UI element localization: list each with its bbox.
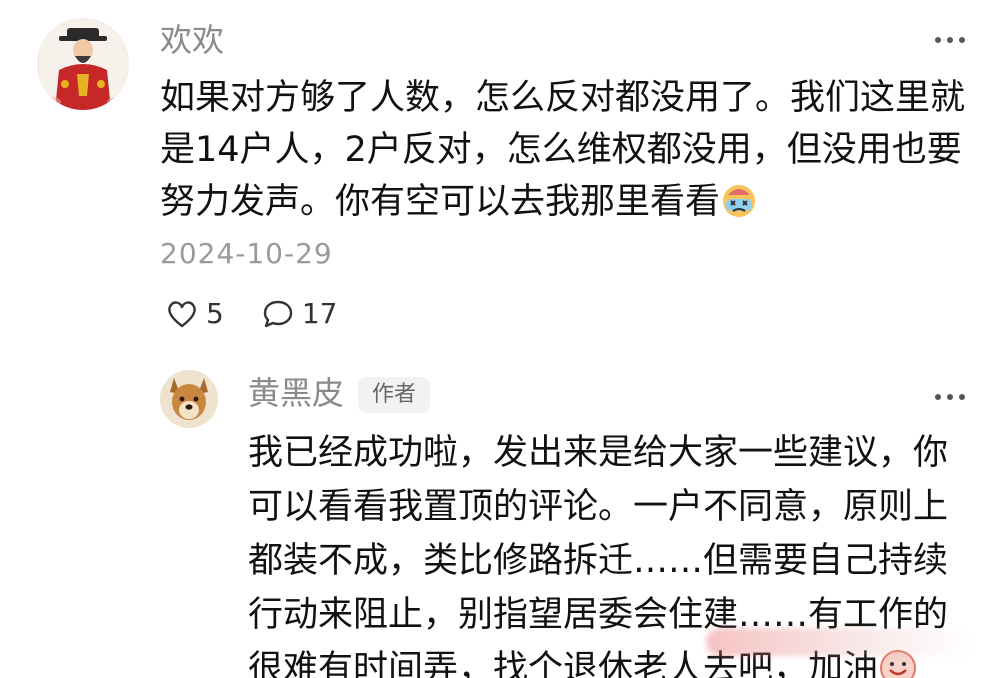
heart-icon bbox=[168, 301, 196, 328]
like-count: 5 bbox=[206, 297, 224, 330]
comment-text: 如果对方够了人数，怎么反对都没用了。我们这里就是14户人，2户反对，怎么维权都没… bbox=[160, 72, 980, 228]
blurred-overlay bbox=[706, 628, 974, 656]
more-dots-icon bbox=[935, 394, 965, 400]
comment-thread: 欢欢 如果对方够了人数，怎么反对都没用了。我们这里就是14户人，2户反对，怎么维… bbox=[0, 0, 1004, 678]
avatar[interactable] bbox=[37, 18, 129, 110]
comment-actions: 5 17 bbox=[164, 294, 337, 334]
speech-bubble-icon bbox=[263, 300, 293, 328]
avatar-figure-icon bbox=[37, 18, 129, 110]
reply-avatar[interactable] bbox=[160, 370, 218, 428]
reply-button[interactable]: 17 bbox=[260, 294, 338, 334]
dog-avatar-icon bbox=[160, 370, 218, 428]
author-badge: 作者 bbox=[358, 377, 431, 413]
reply-more-options-button[interactable] bbox=[928, 384, 972, 410]
username[interactable]: 欢欢 bbox=[160, 20, 224, 60]
reply-username[interactable]: 黄黑皮 bbox=[248, 373, 344, 413]
crying-emoji-icon bbox=[723, 185, 756, 217]
comment-text-content: 如果对方够了人数，怎么反对都没用了。我们这里就是14户人，2户反对，怎么维权都没… bbox=[160, 78, 966, 222]
more-options-button[interactable] bbox=[928, 27, 972, 53]
more-dots-icon bbox=[935, 37, 965, 43]
comment-count: 17 bbox=[301, 297, 338, 330]
comment-date: 2024-10-29 bbox=[160, 237, 333, 270]
like-button[interactable]: 5 bbox=[164, 294, 224, 334]
